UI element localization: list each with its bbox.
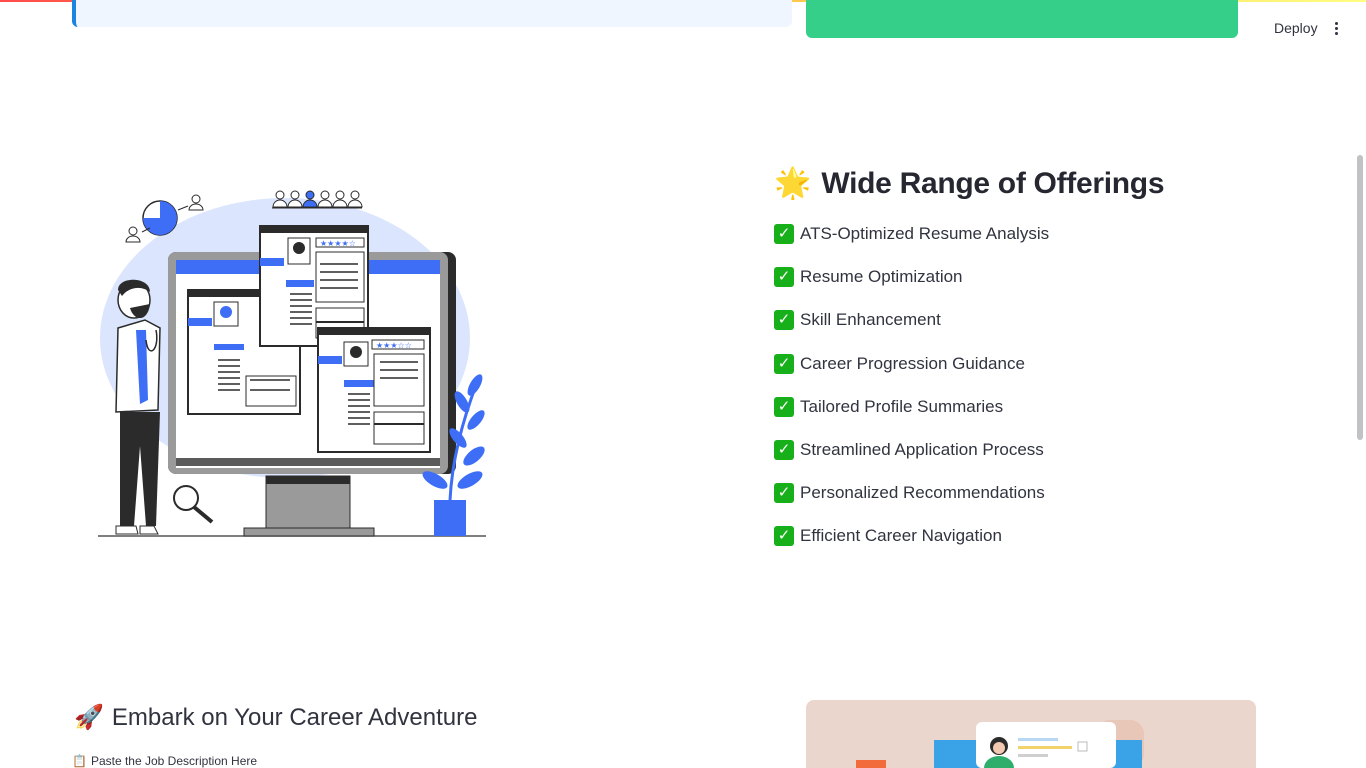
list-item: ✓ Personalized Recommendations	[774, 481, 1049, 524]
star-icon: 🌟	[774, 167, 812, 200]
list-item: ✓ Tailored Profile Summaries	[774, 395, 1049, 438]
check-mark-icon: ✓	[774, 267, 794, 288]
svg-text:★★★☆☆: ★★★☆☆	[376, 341, 412, 350]
offerings-title: Wide Range of Offerings	[821, 167, 1165, 200]
offering-label: Tailored Profile Summaries	[800, 396, 1004, 416]
info-alert-box	[72, 0, 792, 27]
offerings-list: ✓ ATS-Optimized Resume Analysis ✓ Resume…	[774, 222, 1049, 568]
check-mark-icon: ✓	[774, 224, 794, 244]
check-mark-icon: ✓	[774, 310, 794, 331]
check-mark-icon: ✓	[774, 396, 794, 417]
check-mark-icon: ✓	[774, 526, 794, 547]
profile-card-illustration	[856, 720, 1144, 768]
list-item: ✓ Skill Enhancement	[774, 308, 1049, 351]
check-mark-icon: ✓	[774, 353, 794, 374]
list-item: ✓ Efficient Career Navigation	[774, 524, 1049, 567]
list-item: ✓ ATS-Optimized Resume Analysis	[774, 222, 1049, 265]
offering-label: Streamlined Application Process	[800, 439, 1044, 459]
adventure-title: Embark on Your Career Adventure	[111, 704, 478, 731]
svg-text:★★★★☆: ★★★★☆	[320, 239, 356, 248]
rocket-icon: 🚀	[74, 704, 104, 731]
offering-label: Personalized Recommendations	[800, 483, 1045, 503]
kebab-menu-icon[interactable]	[1326, 16, 1346, 40]
adventure-heading: 🚀 Embark on Your Career Adventure	[74, 702, 477, 734]
offering-label: Skill Enhancement	[800, 310, 941, 330]
offering-label: Resume Optimization	[800, 267, 963, 287]
offering-label: ATS-Optimized Resume Analysis	[800, 224, 1050, 243]
list-item: ✓ Resume Optimization	[774, 265, 1049, 308]
check-mark-icon: ✓	[774, 483, 794, 504]
success-alert-box	[806, 0, 1238, 38]
job-description-label-text: Paste the Job Description Here	[90, 754, 258, 768]
clipboard-icon: 📋	[72, 754, 87, 768]
list-item: ✓ Career Progression Guidance	[774, 352, 1049, 395]
scrollbar-thumb[interactable]	[1357, 155, 1363, 440]
career-illustration-image	[806, 700, 1256, 768]
resume-review-illustration: ★★★★☆ ★★★☆☆	[98, 190, 486, 537]
deploy-button[interactable]: Deploy	[1262, 14, 1330, 42]
offering-label: Efficient Career Navigation	[800, 526, 1002, 546]
list-item: ✓ Streamlined Application Process	[774, 438, 1049, 481]
offering-label: Career Progression Guidance	[800, 353, 1025, 373]
check-mark-icon: ✓	[774, 439, 794, 460]
job-description-label: 📋 Paste the Job Description Here	[72, 754, 257, 768]
offerings-heading: 🌟 Wide Range of Offerings	[774, 164, 1165, 204]
